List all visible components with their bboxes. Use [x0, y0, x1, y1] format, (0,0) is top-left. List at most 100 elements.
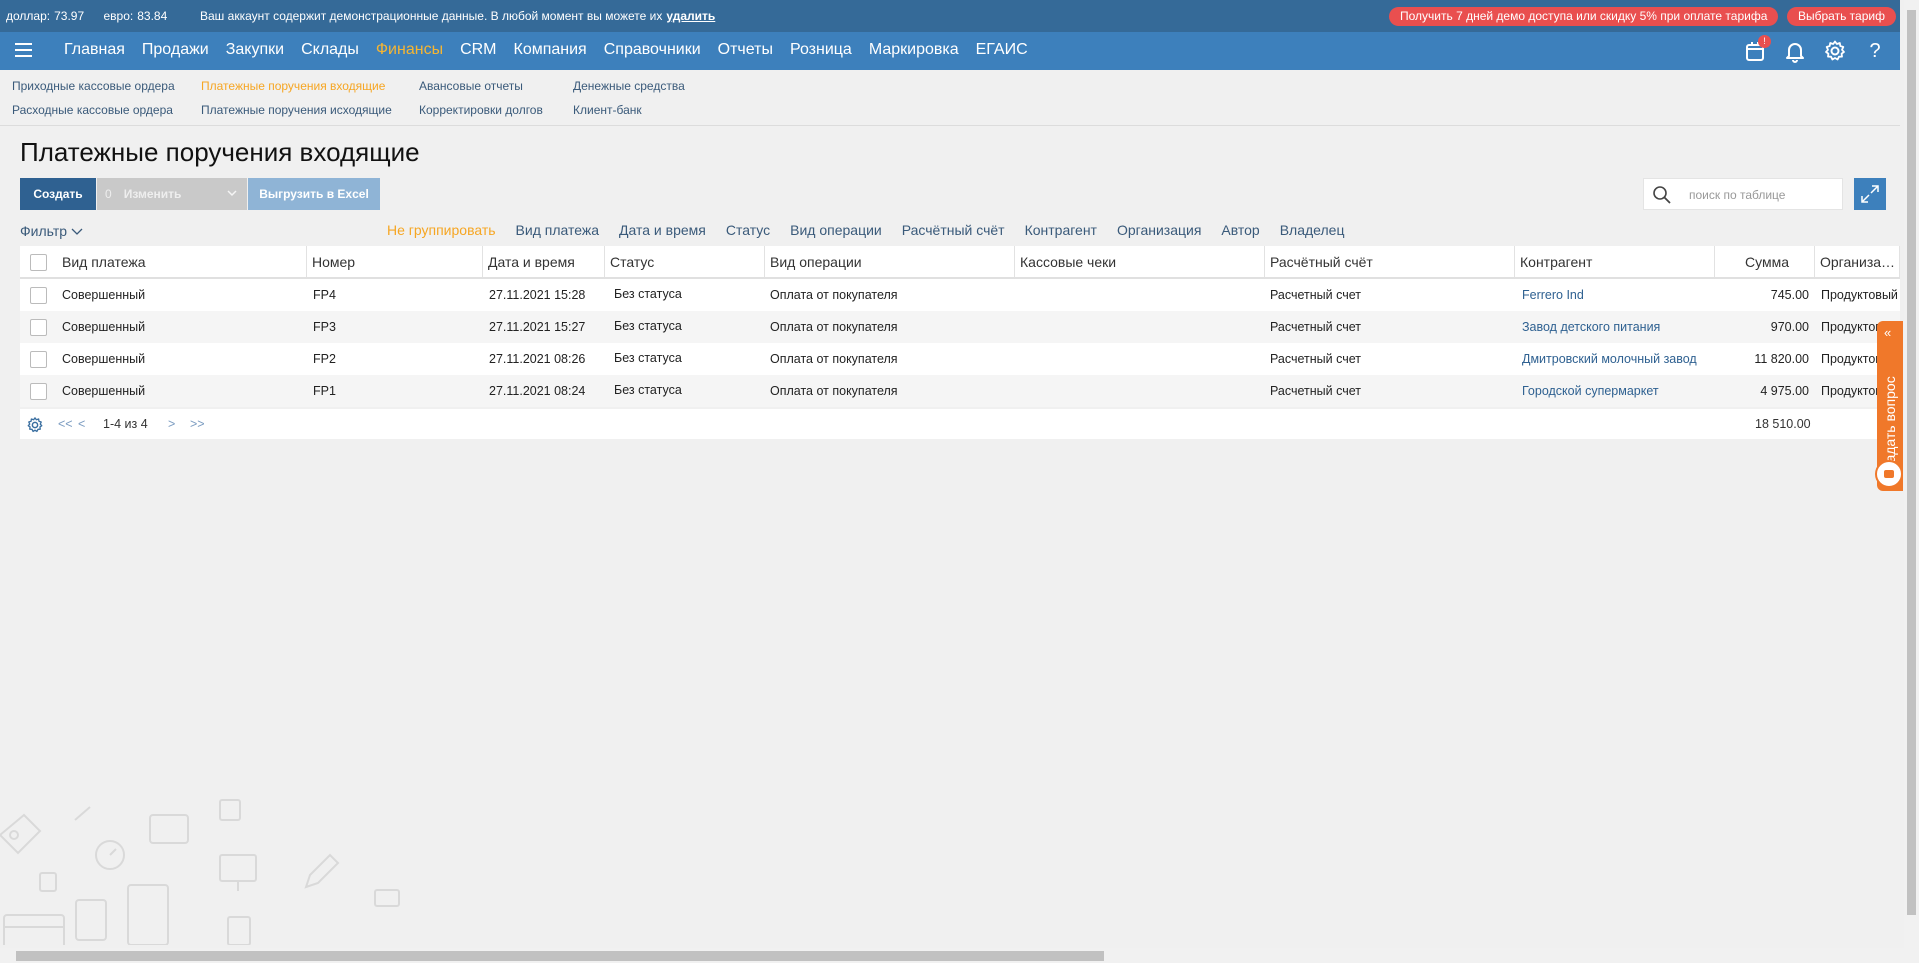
group-operation[interactable]: Вид операции: [790, 222, 882, 238]
nav-item-purchases[interactable]: Закупки: [226, 41, 284, 59]
cell-receipts: [1015, 279, 1265, 311]
cell-counterparty-link[interactable]: Ferrero Ind: [1517, 279, 1715, 311]
cell-receipts: [1015, 375, 1265, 407]
group-owner[interactable]: Владелец: [1280, 222, 1345, 238]
cell-amount: 970.00: [1770, 320, 1809, 334]
col-status[interactable]: Статус: [605, 246, 765, 277]
nav-item-egais[interactable]: ЕГАИС: [976, 41, 1028, 59]
search-input[interactable]: поиск по таблице: [1689, 188, 1785, 202]
help-icon[interactable]: ?: [1863, 39, 1887, 63]
nav-item-retail[interactable]: Розница: [790, 41, 852, 59]
cell-counterparty-link[interactable]: Дмитровский молочный завод: [1517, 343, 1715, 375]
group-datetime[interactable]: Дата и время: [619, 222, 706, 238]
row-checkbox[interactable]: [30, 319, 47, 336]
horizontal-scroll-thumb[interactable]: [16, 951, 1104, 961]
ask-question-tab[interactable]: « Задать вопрос: [1875, 321, 1903, 491]
row-checkbox[interactable]: [30, 383, 47, 400]
create-button[interactable]: Создать: [20, 178, 96, 210]
gear-icon[interactable]: [1823, 39, 1847, 63]
page-title: Платежные поручения входящие: [20, 137, 420, 167]
euro-value: 83.84: [137, 9, 168, 23]
tasks-icon[interactable]: !: [1743, 35, 1771, 63]
nav-item-sales[interactable]: Продажи: [142, 41, 209, 59]
demo-message-text: Ваш аккаунт содержит демонстрационные да…: [200, 9, 663, 23]
cell-counterparty-link[interactable]: Городской супермаркет: [1517, 375, 1715, 407]
cell-number: FP3: [313, 320, 336, 334]
first-page-button[interactable]: <<: [58, 417, 73, 431]
group-author[interactable]: Автор: [1221, 222, 1259, 238]
nav-item-reports[interactable]: Отчеты: [718, 41, 773, 59]
cell-operation: Оплата от покупателя: [770, 288, 898, 302]
cell-operation: Оплата от покупателя: [770, 352, 898, 366]
last-page-button[interactable]: >>: [190, 417, 205, 431]
bell-icon[interactable]: [1783, 39, 1807, 63]
filter-toggle[interactable]: Фильтр: [20, 223, 83, 239]
change-dropdown[interactable]: 0 Изменить: [97, 178, 247, 210]
select-all-checkbox[interactable]: [30, 254, 47, 271]
table-search[interactable]: поиск по таблице: [1643, 178, 1843, 210]
subnav-cash-receipts[interactable]: Приходные кассовые ордера: [12, 79, 175, 103]
expand-icon: [1861, 185, 1879, 203]
nav-item-home[interactable]: Главная: [64, 41, 125, 59]
cell-receipts: [1015, 343, 1265, 375]
row-checkbox[interactable]: [30, 287, 47, 304]
group-status[interactable]: Статус: [726, 222, 770, 238]
next-page-button[interactable]: >: [168, 417, 175, 431]
nav-item-warehouses[interactable]: Склады: [301, 41, 359, 59]
dollar-value: 73.97: [54, 9, 85, 23]
col-amount[interactable]: Сумма: [1715, 246, 1815, 277]
group-account[interactable]: Расчётный счёт: [902, 222, 1005, 238]
nav-item-crm[interactable]: CRM: [460, 41, 496, 59]
prev-page-button[interactable]: <: [78, 417, 85, 431]
group-by-options: Не группировать Вид платежа Дата и время…: [387, 222, 1364, 238]
cell-operation: Оплата от покупателя: [770, 384, 898, 398]
col-receipts[interactable]: Кассовые чеки: [1015, 246, 1265, 277]
group-none[interactable]: Не группировать: [387, 222, 496, 238]
cell-payment-type: Совершенный: [62, 384, 146, 398]
subnav-advance-reports[interactable]: Авансовые отчеты: [419, 79, 543, 103]
subnav-cash-expenses[interactable]: Расходные кассовые ордера: [12, 103, 175, 127]
menu-icon[interactable]: [15, 43, 32, 57]
subnav-debt-adjustments[interactable]: Корректировки долгов: [419, 103, 543, 127]
col-operation[interactable]: Вид операции: [765, 246, 1015, 277]
group-payment-type[interactable]: Вид платежа: [516, 222, 599, 238]
subnav-incoming-payments[interactable]: Платежные поручения входящие: [201, 79, 392, 103]
col-account[interactable]: Расчётный счёт: [1265, 246, 1515, 277]
table-row[interactable]: Совершенный FP1 27.11.2021 08:24 Без ста…: [20, 375, 1900, 407]
col-payment-type[interactable]: Вид платежа: [57, 246, 307, 277]
group-counterparty[interactable]: Контрагент: [1025, 222, 1097, 238]
export-excel-button[interactable]: Выгрузить в Excel: [248, 178, 380, 210]
nav-item-finance[interactable]: Финансы: [376, 41, 443, 59]
nav-item-directories[interactable]: Справочники: [604, 41, 701, 59]
main-navbar: Главная Продажи Закупки Склады Финансы C…: [0, 32, 1900, 70]
nav-menu: Главная Продажи Закупки Склады Финансы C…: [64, 41, 1045, 59]
group-organization[interactable]: Организация: [1117, 222, 1201, 238]
subnav-cash-funds[interactable]: Денежные средства: [573, 79, 685, 103]
vertical-scrollbar[interactable]: [1904, 0, 1919, 963]
cell-counterparty-link[interactable]: Завод детского питания: [1517, 311, 1715, 343]
subnav-client-bank[interactable]: Клиент-банк: [573, 103, 685, 127]
table-settings-gear-icon[interactable]: [26, 416, 44, 434]
row-checkbox[interactable]: [30, 351, 47, 368]
cell-number: FP4: [313, 288, 336, 302]
col-organization[interactable]: Организация: [1815, 246, 1900, 277]
col-datetime[interactable]: Дата и время: [483, 246, 605, 277]
fullscreen-button[interactable]: [1854, 178, 1886, 210]
col-number[interactable]: Номер: [307, 246, 483, 277]
nav-item-company[interactable]: Компания: [514, 41, 587, 59]
horizontal-scrollbar[interactable]: [0, 948, 1904, 963]
cell-payment-type: Совершенный: [62, 352, 146, 366]
table-row[interactable]: Совершенный FP2 27.11.2021 08:26 Без ста…: [20, 343, 1900, 375]
vertical-scroll-thumb[interactable]: [1907, 10, 1916, 915]
table-header: Вид платежа Номер Дата и время Статус Ви…: [20, 246, 1900, 279]
cell-account: Расчетный счет: [1270, 320, 1361, 334]
nav-item-marking[interactable]: Маркировка: [869, 41, 959, 59]
choose-tariff-button[interactable]: Выбрать тариф: [1787, 7, 1896, 26]
table-row[interactable]: Совершенный FP3 27.11.2021 15:27 Без ста…: [20, 311, 1900, 343]
promo-button[interactable]: Получить 7 дней демо доступа или скидку …: [1389, 7, 1779, 26]
col-counterparty[interactable]: Контрагент: [1515, 246, 1715, 277]
delete-demo-link[interactable]: удалить: [666, 9, 715, 23]
subnav-outgoing-payments[interactable]: Платежные поручения исходящие: [201, 103, 392, 127]
cell-account: Расчетный счет: [1270, 288, 1361, 302]
table-row[interactable]: Совершенный FP4 27.11.2021 15:28 Без ста…: [20, 279, 1900, 311]
